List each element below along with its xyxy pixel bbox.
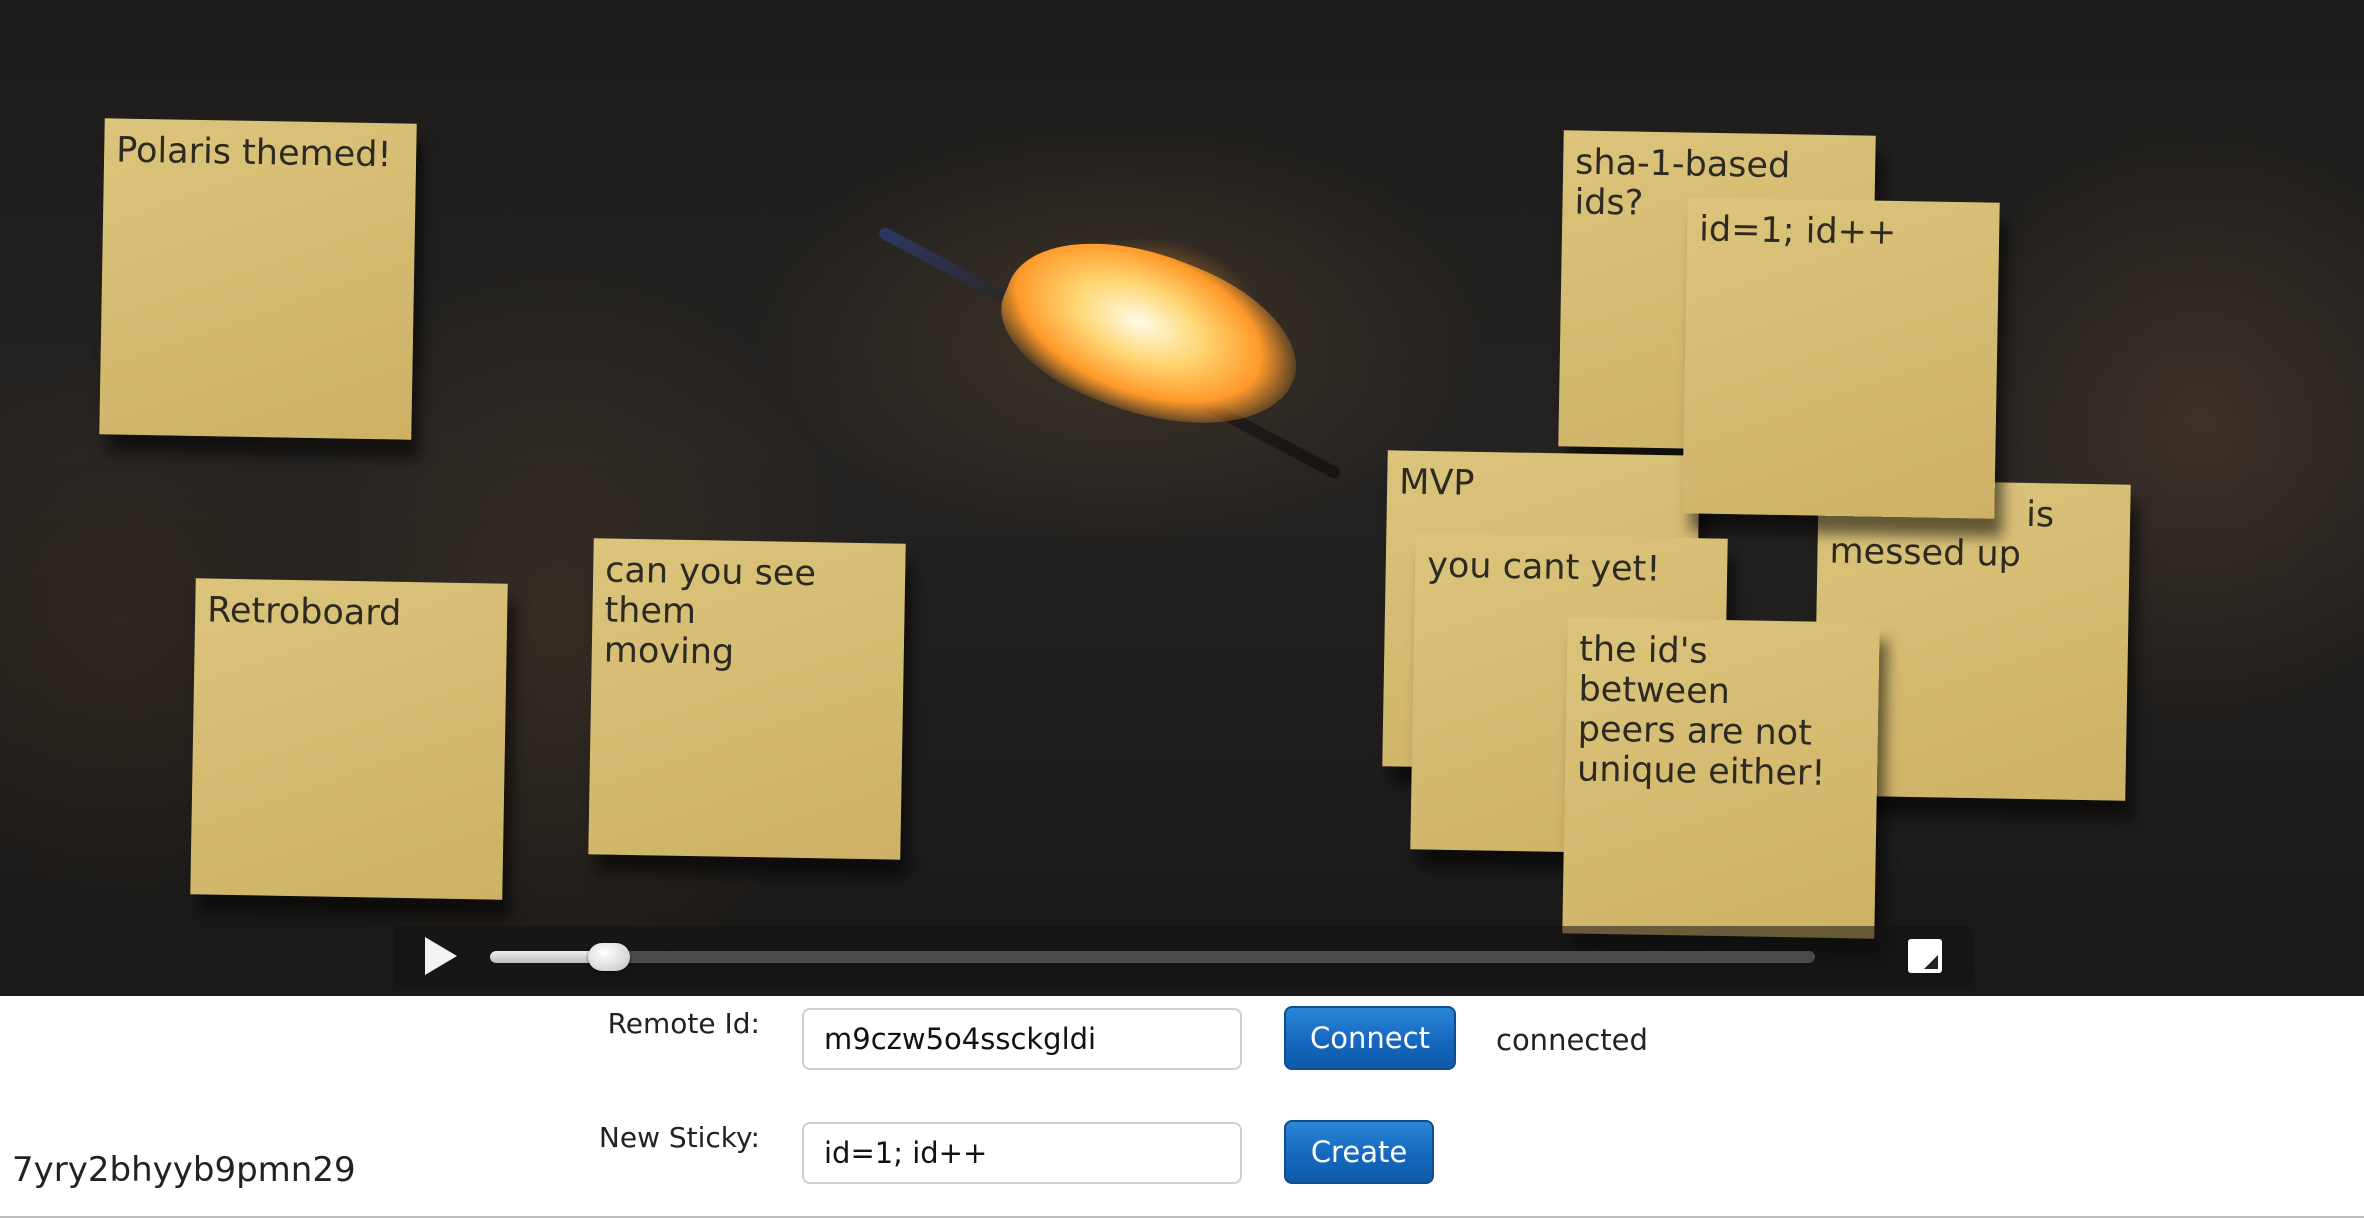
video-stage[interactable]: Polaris themed! Retroboard can you see t… <box>0 0 2364 996</box>
sticky-text: Retroboard <box>206 590 402 634</box>
video-controls <box>393 926 1973 986</box>
remote-id-label: Remote Id: <box>607 1007 760 1040</box>
new-sticky-input[interactable] <box>802 1122 1242 1184</box>
sticky-text: unique either! <box>1576 749 1826 794</box>
sticky-text: the id's between <box>1578 629 1731 713</box>
sticky-note[interactable]: id=1; id++ <box>1682 197 2000 519</box>
play-icon[interactable] <box>425 937 457 975</box>
sticky-text: moving <box>603 630 735 673</box>
connection-status: connected <box>1496 1023 1648 1057</box>
sticky-note[interactable]: can you see them moving <box>588 538 906 860</box>
sticky-note[interactable]: Polaris themed! <box>99 118 417 440</box>
sticky-text: messed up <box>1829 531 2022 575</box>
sticky-note[interactable]: Retroboard <box>190 578 508 900</box>
sticky-text: id=1; id++ <box>1698 209 1897 253</box>
progress-thumb[interactable] <box>588 943 631 971</box>
sticky-text: MVP <box>1398 462 1475 504</box>
create-button[interactable]: Create <box>1284 1120 1434 1184</box>
connect-button[interactable]: Connect <box>1284 1006 1456 1070</box>
progress-track[interactable] <box>490 951 1815 963</box>
sticky-text: can you see them <box>604 550 817 633</box>
sticky-note[interactable]: the id's between peers are not unique ei… <box>1562 617 1880 939</box>
sticky-text: you cant yet! <box>1426 545 1661 590</box>
own-peer-id: 7yry2bhyyb9pmn29 <box>12 1150 356 1190</box>
torch-flame <box>980 204 1320 466</box>
fullscreen-icon[interactable] <box>1908 939 1942 973</box>
remote-id-input[interactable] <box>802 1008 1242 1070</box>
sticky-text: peers are not <box>1577 709 1813 754</box>
sticky-text: Polaris themed! <box>115 130 392 176</box>
new-sticky-label: New Sticky: <box>598 1121 760 1154</box>
